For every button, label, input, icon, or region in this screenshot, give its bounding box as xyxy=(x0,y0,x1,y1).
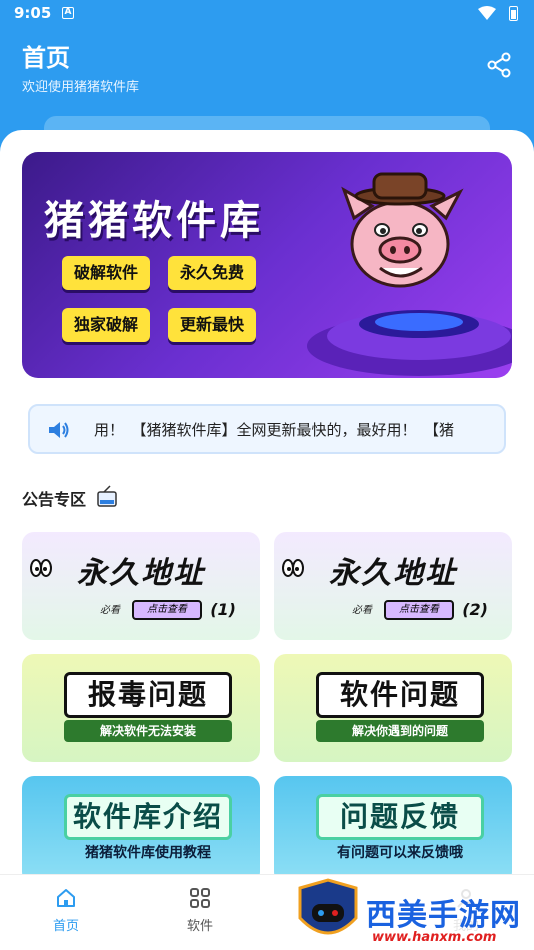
banner-title: 猪猪软件库 xyxy=(44,198,264,244)
section-title: 公告专区 xyxy=(22,490,87,509)
nav-tab-software[interactable]: 软件 xyxy=(160,887,240,934)
notice-card-software-issue[interactable]: 软件问题 解决你遇到的问题 xyxy=(274,654,512,762)
banner-tag-exclusive: 独家破解 xyxy=(62,308,150,342)
stage-graphic xyxy=(307,310,512,376)
card-title: 软件问题 xyxy=(316,672,484,718)
banner-tag-fastest: 更新最快 xyxy=(168,308,256,342)
notice-card-address-1[interactable]: 永久地址 必看 点击查看 (1) xyxy=(22,532,260,640)
notice-card-address-2[interactable]: 永久地址 必看 点击查看 (2) xyxy=(274,532,512,640)
wifi-icon xyxy=(478,6,496,20)
status-bar: 9:05 A xyxy=(0,0,534,28)
nav-label-home: 首页 xyxy=(52,919,79,934)
notice-marquee[interactable]: 用！ 【猪猪软件库】全网更新最快的，最好用！ 【猪 xyxy=(28,404,506,454)
card-title: 永久地址 xyxy=(329,556,457,591)
grid-icon xyxy=(190,888,210,908)
watermark-url: www.hanxm.com xyxy=(372,930,497,945)
speaker-icon xyxy=(49,422,69,438)
main-content: 猪猪软件库 破解软件 永久免费 独家破解 更新最快 用！ 【猪猪软件库】全网更新… xyxy=(0,130,534,950)
notification-icon: A xyxy=(62,7,74,19)
card-subtitle: 猪猪软件库使用教程 xyxy=(85,845,211,861)
home-icon xyxy=(57,889,75,907)
banner-tag-crack: 破解软件 xyxy=(62,256,150,290)
card-number: (2) xyxy=(462,600,488,619)
banner-tag-free: 永久免费 xyxy=(168,256,256,290)
card-badge: 必看 xyxy=(100,605,120,616)
notice-board-icon xyxy=(97,485,117,507)
card-badge: 必看 xyxy=(352,605,372,616)
card-subtitle: 解决你遇到的问题 xyxy=(316,720,484,742)
card-action: 点击查看 xyxy=(132,600,202,620)
notice-card-virus-issue[interactable]: 报毒问题 解决软件无法安装 xyxy=(22,654,260,762)
card-subtitle: 有问题可以来反馈哦 xyxy=(337,845,463,861)
pig-mascot-icon xyxy=(341,172,464,288)
card-title: 报毒问题 xyxy=(64,672,232,718)
card-number: (1) xyxy=(210,600,236,619)
nav-label-software: 软件 xyxy=(186,919,213,934)
promo-banner[interactable]: 猪猪软件库 破解软件 永久免费 独家破解 更新最快 xyxy=(22,152,512,378)
status-time: 9:05 xyxy=(14,4,52,22)
notice-card-feedback[interactable]: 问题反馈 有问题可以来反馈哦 xyxy=(274,776,512,884)
watermark-text: 西美手游网 xyxy=(366,898,521,933)
card-subtitle: 解决软件无法安装 xyxy=(64,720,232,742)
nav-tab-home[interactable]: 首页 xyxy=(26,887,106,934)
card-action: 点击查看 xyxy=(384,600,454,620)
card-title: 永久地址 xyxy=(77,556,205,591)
card-title: 软件库介绍 xyxy=(64,794,232,840)
notice-text: 用！ 【猪猪软件库】全网更新最快的，最好用！ 【猪 xyxy=(94,421,455,439)
share-icon[interactable] xyxy=(486,52,512,78)
page-title: 首页 xyxy=(22,44,70,72)
page-subtitle: 欢迎使用猪猪软件库 xyxy=(22,80,140,95)
battery-icon xyxy=(509,6,518,21)
notice-card-introduction[interactable]: 软件库介绍 猪猪软件库使用教程 xyxy=(22,776,260,884)
card-title: 问题反馈 xyxy=(316,794,484,840)
